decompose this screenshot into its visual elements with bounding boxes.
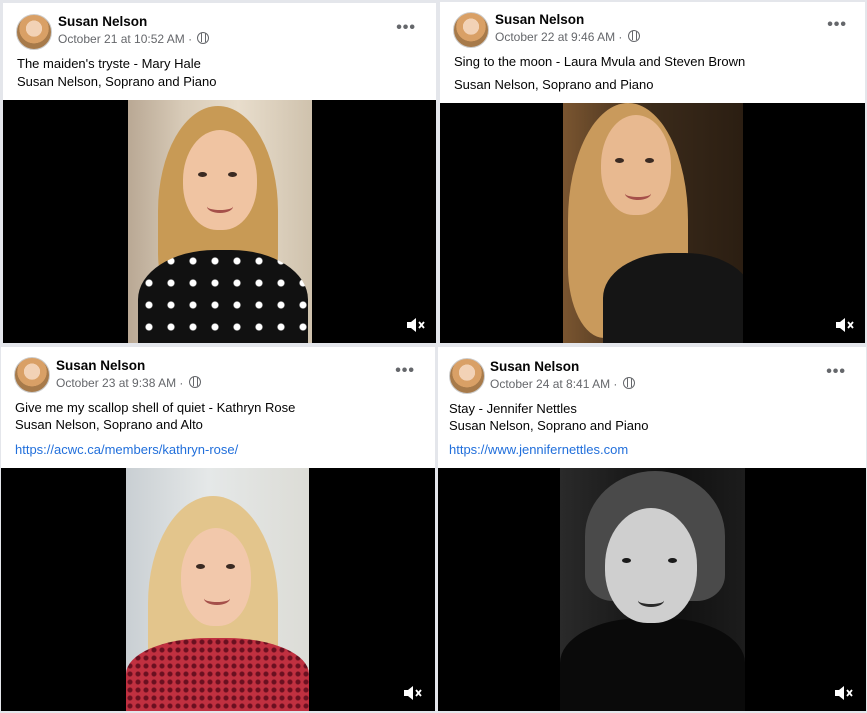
post-card-1: Susan Nelson October 21 at 10:52 AM · ••… xyxy=(3,3,436,343)
post-title: Stay - Jennifer Nettles xyxy=(449,401,577,416)
smile xyxy=(638,594,664,607)
post-subtitle: Susan Nelson, Soprano and Piano xyxy=(449,418,649,433)
eye xyxy=(668,558,677,563)
post-timestamp[interactable]: October 23 at 9:38 AM · xyxy=(56,376,201,390)
more-options-icon[interactable]: ••• xyxy=(395,362,415,380)
author-name[interactable]: Susan Nelson xyxy=(58,14,147,29)
eye xyxy=(196,564,205,569)
muted-speaker-icon[interactable] xyxy=(403,685,423,701)
face xyxy=(183,130,257,230)
video-frame[interactable] xyxy=(563,103,743,343)
muted-speaker-icon[interactable] xyxy=(834,685,854,701)
post-card-2: Susan Nelson October 22 at 9:46 AM · •••… xyxy=(440,2,865,343)
red-top xyxy=(126,638,309,711)
smile xyxy=(204,592,230,605)
eye xyxy=(615,158,624,163)
avatar[interactable] xyxy=(16,14,52,50)
post-card-4: Susan Nelson October 24 at 8:41 AM · •••… xyxy=(438,347,866,711)
post-timestamp[interactable]: October 24 at 8:41 AM · xyxy=(490,377,635,391)
post-link[interactable]: https://www.jennifernettles.com xyxy=(449,442,628,457)
face xyxy=(601,115,671,215)
post-timestamp[interactable]: October 21 at 10:52 AM · xyxy=(58,32,210,46)
post-subtitle: Susan Nelson, Soprano and Alto xyxy=(15,417,203,432)
video-player[interactable] xyxy=(438,468,866,711)
post-subtitle: Susan Nelson, Soprano and Piano xyxy=(17,74,217,89)
globe-icon xyxy=(627,30,640,42)
author-name[interactable]: Susan Nelson xyxy=(56,358,145,373)
timestamp-text[interactable]: October 24 at 8:41 AM · xyxy=(490,377,617,391)
eye xyxy=(226,564,235,569)
video-frame[interactable] xyxy=(560,468,745,711)
video-player[interactable] xyxy=(440,103,865,343)
video-player[interactable] xyxy=(1,468,435,711)
smile xyxy=(625,187,651,200)
eye xyxy=(228,172,237,177)
timestamp-text[interactable]: October 22 at 9:46 AM · xyxy=(495,30,622,44)
post-subtitle: Susan Nelson, Soprano and Piano xyxy=(454,77,654,92)
timestamp-text[interactable]: October 21 at 10:52 AM · xyxy=(58,32,192,46)
post-timestamp[interactable]: October 22 at 9:46 AM · xyxy=(495,30,640,44)
video-player[interactable] xyxy=(3,100,436,343)
more-options-icon[interactable]: ••• xyxy=(396,19,416,37)
smile xyxy=(207,200,233,213)
avatar[interactable] xyxy=(453,12,489,48)
more-options-icon[interactable]: ••• xyxy=(826,363,846,381)
author-name[interactable]: Susan Nelson xyxy=(495,12,584,27)
eye xyxy=(198,172,207,177)
muted-speaker-icon[interactable] xyxy=(835,317,855,333)
globe-icon xyxy=(197,32,210,44)
video-frame[interactable] xyxy=(128,100,312,343)
dark-top xyxy=(603,253,743,343)
post-link[interactable]: https://acwc.ca/members/kathryn-rose/ xyxy=(15,442,238,457)
more-options-icon[interactable]: ••• xyxy=(827,16,847,34)
avatar[interactable] xyxy=(449,358,485,394)
timestamp-text[interactable]: October 23 at 9:38 AM · xyxy=(56,376,183,390)
post-card-3: Susan Nelson October 23 at 9:38 AM · •••… xyxy=(1,347,435,711)
post-title: The maiden's tryste - Mary Hale xyxy=(17,56,201,71)
face xyxy=(181,528,251,626)
post-title: Give me my scallop shell of quiet - Kath… xyxy=(15,400,296,415)
author-name[interactable]: Susan Nelson xyxy=(490,359,579,374)
video-frame[interactable] xyxy=(126,468,309,711)
muted-speaker-icon[interactable] xyxy=(406,317,426,333)
globe-icon xyxy=(188,376,201,388)
dark-top xyxy=(560,618,745,711)
dotted-top xyxy=(138,250,308,343)
eye xyxy=(645,158,654,163)
post-title: Sing to the moon - Laura Mvula and Steve… xyxy=(454,54,746,69)
globe-icon xyxy=(622,377,635,389)
eye xyxy=(622,558,631,563)
avatar[interactable] xyxy=(14,357,50,393)
